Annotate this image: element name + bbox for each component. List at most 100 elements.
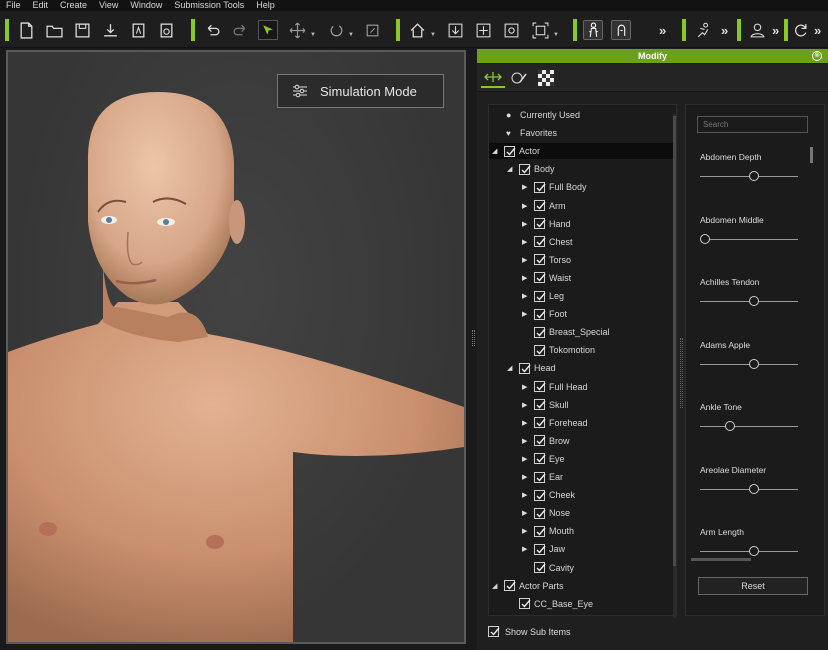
checkbox-icon[interactable] <box>534 525 546 537</box>
slider-knob[interactable] <box>749 171 759 181</box>
checkbox-icon[interactable] <box>534 272 546 284</box>
checkbox-icon[interactable] <box>534 417 546 429</box>
checkbox-icon[interactable] <box>534 344 546 356</box>
collapse-arrow-icon[interactable]: ▶ <box>522 401 527 409</box>
tree-item[interactable]: ♥ Favorites <box>489 125 674 141</box>
tree-item[interactable]: ▶ Mouth <box>489 523 674 539</box>
slider-knob[interactable] <box>749 483 759 494</box>
checkbox-icon[interactable] <box>534 381 546 392</box>
tree-item[interactable]: Tokomotion <box>489 342 674 358</box>
undo-icon[interactable] <box>202 20 222 40</box>
tree-item[interactable]: Cavity <box>489 560 674 576</box>
collapse-arrow-icon[interactable]: ▶ <box>522 455 527 463</box>
checkbox-icon[interactable] <box>534 236 546 248</box>
simulation-mode-button[interactable]: Simulation Mode <box>277 74 444 108</box>
tree-item[interactable]: ▶ Chest <box>489 234 674 250</box>
chevron-down-icon[interactable]: ▼ <box>348 32 354 38</box>
chevron-down-icon[interactable]: ▼ <box>430 32 436 38</box>
checkbox-icon[interactable] <box>534 543 546 555</box>
collapse-arrow-icon[interactable]: ▶ <box>522 238 527 246</box>
slider-track[interactable] <box>700 426 798 427</box>
tree-item[interactable]: ▶ Brow <box>489 433 674 449</box>
character-head-icon[interactable] <box>611 20 631 40</box>
motion-puppet-icon[interactable] <box>481 68 505 88</box>
tree-item[interactable]: ▶ Cheek <box>489 487 674 503</box>
checkbox-icon[interactable] <box>534 181 546 193</box>
collapse-arrow-icon[interactable]: ▶ <box>522 527 527 535</box>
tree-resize-handle[interactable] <box>680 338 683 408</box>
tree-item[interactable]: CC_Base_Eye <box>489 596 674 612</box>
checkbox-icon[interactable] <box>534 562 546 573</box>
collapse-arrow-icon[interactable]: ▶ <box>522 292 527 300</box>
checkbox-icon[interactable] <box>534 326 546 338</box>
move-tool-icon[interactable] <box>287 20 307 40</box>
tree-item[interactable]: ▶ Forehead <box>489 415 674 431</box>
expand-arrow-icon[interactable]: ◢ <box>507 364 512 372</box>
toolbar-overflow-icon[interactable]: » <box>814 23 821 38</box>
collapse-arrow-icon[interactable]: ▶ <box>522 419 527 427</box>
tree-item[interactable]: ▶ Arm <box>489 198 674 214</box>
tree-item[interactable]: ▶ Full Body <box>489 179 674 195</box>
tree-scrollbar-thumb[interactable] <box>673 116 676 566</box>
tree-item[interactable]: ◢ Head <box>489 360 674 376</box>
tree-item[interactable]: ▶ Jaw <box>489 541 674 557</box>
checkbox-icon[interactable] <box>534 507 546 519</box>
slider-track[interactable] <box>700 238 798 240</box>
checkbox-icon[interactable] <box>534 218 546 230</box>
tree-item[interactable]: ▶ Torso <box>489 252 674 268</box>
collapse-arrow-icon[interactable]: ▶ <box>522 473 527 481</box>
slider-knob[interactable] <box>724 421 735 431</box>
3d-viewport[interactable]: Simulation Mode <box>6 50 466 644</box>
character-body-icon[interactable] <box>583 20 603 40</box>
checkbox-icon[interactable] <box>504 580 516 592</box>
checkbox-icon[interactable] <box>504 145 516 157</box>
menu-edit[interactable]: Edit <box>33 0 49 11</box>
slider-list-scrollbar[interactable] <box>810 147 813 163</box>
checkbox-icon[interactable] <box>519 362 531 374</box>
collapse-arrow-icon[interactable]: ▶ <box>522 310 527 318</box>
checkbox-icon[interactable] <box>534 200 546 211</box>
checkbox-icon[interactable] <box>534 308 546 320</box>
checkbox-icon[interactable] <box>534 290 546 302</box>
user-profile-icon[interactable] <box>747 20 767 40</box>
collapse-arrow-icon[interactable]: ▶ <box>522 220 527 228</box>
close-icon[interactable]: ⊗ <box>812 51 822 61</box>
align-icon[interactable] <box>473 20 493 40</box>
refresh-icon[interactable] <box>790 20 810 40</box>
expand-arrow-icon[interactable]: ◢ <box>492 582 497 590</box>
redo-icon[interactable] <box>230 20 250 40</box>
collapse-arrow-icon[interactable]: ▶ <box>522 491 527 499</box>
category-tree[interactable]: ● Currently Used ♥ Favorites ◢ Actor ◢ Body ▶ Ful… <box>488 104 677 616</box>
menu-window[interactable]: Window <box>130 0 162 11</box>
tree-item[interactable]: ▶ Nose <box>489 505 674 521</box>
menu-view[interactable]: View <box>99 0 118 11</box>
checkbox-icon[interactable] <box>534 254 546 266</box>
checkbox-icon[interactable] <box>534 435 546 447</box>
tree-item[interactable]: ● Currently Used <box>489 107 674 123</box>
tree-item[interactable]: ▶ Full Head <box>489 379 674 395</box>
tree-item[interactable]: ▶ Foot <box>489 306 674 322</box>
motion-pose-icon[interactable] <box>693 20 713 40</box>
tree-item[interactable]: ▶ Hand <box>489 216 674 232</box>
tree-item[interactable]: ▶ Skull <box>489 397 674 413</box>
select-tool-icon[interactable] <box>258 20 278 40</box>
menu-submission-tools[interactable]: Submission Tools <box>174 0 244 11</box>
collapse-arrow-icon[interactable]: ▶ <box>522 545 527 553</box>
slider-knob[interactable] <box>749 546 759 556</box>
menu-file[interactable]: File <box>6 0 21 11</box>
save-icon[interactable] <box>72 20 92 40</box>
checkbox-icon[interactable] <box>534 399 546 411</box>
menu-create[interactable]: Create <box>60 0 87 11</box>
new-file-icon[interactable] <box>16 20 36 40</box>
chevron-down-icon[interactable]: ▼ <box>310 32 316 38</box>
chevron-down-icon[interactable]: ▼ <box>553 32 559 38</box>
collapse-arrow-icon[interactable]: ▶ <box>522 383 527 391</box>
fit-view-icon[interactable] <box>530 20 550 40</box>
tree-item[interactable]: ▶ Ear <box>489 469 674 485</box>
toolbar-overflow-icon[interactable]: » <box>772 23 779 38</box>
search-input[interactable] <box>697 116 808 133</box>
collapse-arrow-icon[interactable]: ▶ <box>522 202 527 210</box>
checkbox-icon[interactable] <box>534 489 546 501</box>
slider-knob[interactable] <box>749 296 759 306</box>
slider-knob[interactable] <box>749 358 759 369</box>
